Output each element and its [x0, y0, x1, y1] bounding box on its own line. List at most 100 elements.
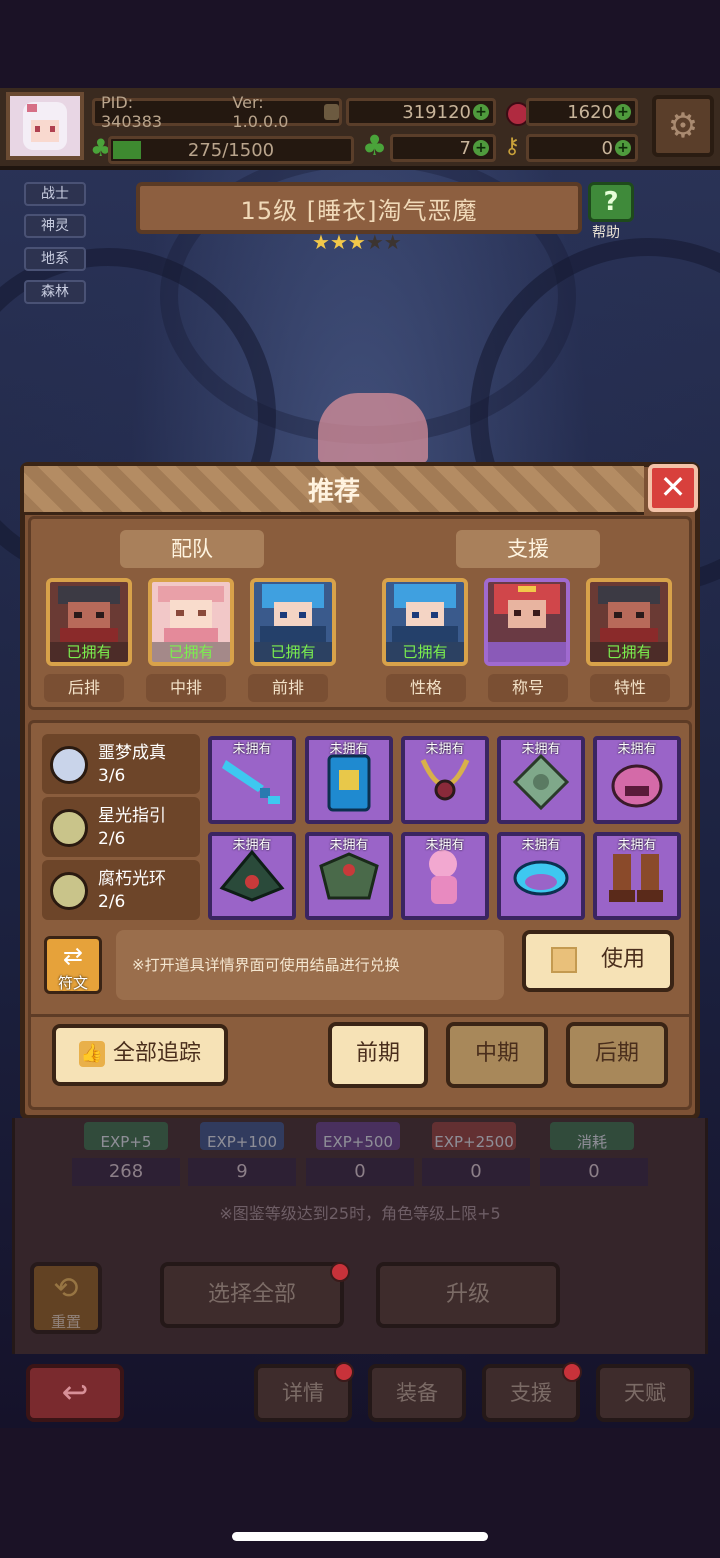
tab-details-label: 详情 [282, 1381, 324, 1405]
set-emblem-icon [50, 872, 88, 910]
clover-counter: 7 + [390, 134, 496, 162]
notification-dot [334, 1362, 354, 1382]
copy-icon[interactable] [324, 104, 339, 120]
character-title-banner: 15级 [睡衣]淘气恶魔 [136, 182, 582, 234]
exp-count: 0 [306, 1158, 414, 1186]
not-owned-label: 未拥有 [521, 838, 561, 853]
set-row[interactable]: 腐朽光环 2/6 [42, 860, 200, 920]
add-key-icon[interactable]: + [615, 140, 631, 156]
set-emblem-icon [50, 746, 88, 784]
clover-value: 7 [459, 137, 471, 159]
item-armor[interactable]: 未拥有 [305, 832, 393, 920]
tab-talent[interactable]: 天赋 [596, 1364, 694, 1422]
player-avatar[interactable] [6, 92, 84, 160]
star-filled-icon: ★ [312, 230, 330, 254]
item-card[interactable]: 未拥有 [305, 736, 393, 824]
tab-equipment[interactable]: 装备 [368, 1364, 466, 1422]
reset-button[interactable]: ⟲ 重置 [30, 1262, 102, 1334]
exp-bar: 275/1500 [108, 136, 354, 164]
set-name: 腐朽光环 [98, 869, 166, 889]
team-character-front[interactable]: 已拥有 [250, 578, 336, 666]
not-owned-label: 未拥有 [232, 742, 272, 757]
exp-potion-medium[interactable]: EXP+100 [200, 1122, 284, 1151]
item-boots[interactable]: 未拥有 [593, 832, 681, 920]
key-icon: ⚷ [504, 134, 521, 159]
exp-count: 9 [188, 1158, 296, 1186]
item-necklace[interactable]: 未拥有 [401, 736, 489, 824]
clover-icon: ♣ [362, 129, 388, 162]
consume-chip[interactable]: 消耗 [550, 1122, 634, 1151]
key-counter: 0 + [526, 134, 638, 162]
rune-button[interactable]: ⇄ 符文 [44, 936, 102, 994]
phase-early-button[interactable]: 前期 [328, 1022, 428, 1088]
use-label: 使用 [600, 947, 645, 972]
avatar-portrait-icon [23, 102, 67, 150]
upgrade-button[interactable]: 升级 [376, 1262, 560, 1328]
rune-label: 符文 [57, 974, 88, 992]
support-character-personality[interactable]: 已拥有 [382, 578, 468, 666]
title-slot-status [488, 642, 566, 662]
hint-text: ※打开道具详情界面可使用结晶进行兑换 [116, 930, 504, 1000]
not-owned-label: 未拥有 [617, 838, 657, 853]
star-rating: ★★★★★ [312, 232, 402, 253]
settings-gear-icon[interactable]: ⚙ [652, 95, 714, 157]
set-name: 噩梦成真 [98, 743, 166, 763]
not-owned-label: 未拥有 [425, 838, 465, 853]
exp-count: 0 [540, 1158, 648, 1186]
version-text: Ver: 1.0.0.0 [232, 93, 289, 131]
item-crown[interactable]: 未拥有 [208, 832, 296, 920]
key-value: 0 [601, 137, 613, 159]
select-all-button[interactable]: 选择全部 [160, 1262, 344, 1328]
item-relic[interactable]: 未拥有 [497, 736, 585, 824]
add-gold-icon[interactable]: + [473, 104, 489, 120]
help-button[interactable]: ? [588, 182, 634, 222]
support-character-trait[interactable]: 已拥有 [586, 578, 672, 666]
level-cap-note: ※图鉴等级达到25时，角色等级上限+5 [219, 1204, 501, 1223]
add-gem-icon[interactable]: + [615, 104, 631, 120]
use-button[interactable]: 使用 [522, 930, 674, 992]
phase-mid-button[interactable]: 中期 [446, 1022, 548, 1088]
tag-element: 地系 [24, 247, 86, 271]
pid-version-bar: PID: 340383 Ver: 1.0.0.0 [92, 93, 342, 131]
owned-label: 已拥有 [386, 642, 464, 662]
select-all-label: 选择全部 [207, 1282, 296, 1307]
close-button[interactable]: ✕ [648, 464, 698, 512]
witch-portrait-icon [598, 586, 660, 642]
notification-dot [330, 1262, 350, 1282]
gold-counter: 319120 + [346, 98, 496, 126]
team-character-back[interactable]: 已拥有 [46, 578, 132, 666]
support-header: 支援 [456, 530, 600, 568]
track-all-label: 全部追踪 [112, 1041, 201, 1066]
exp-potion-small[interactable]: EXP+5 [84, 1122, 168, 1151]
phase-late-button[interactable]: 后期 [566, 1022, 668, 1088]
star-filled-icon: ★ [329, 230, 348, 254]
add-clover-icon[interactable]: + [473, 140, 489, 156]
set-row[interactable]: 星光指引 2/6 [42, 797, 200, 857]
team-character-middle[interactable]: 已拥有 [148, 578, 234, 666]
not-owned-label: 未拥有 [617, 742, 657, 757]
upgrade-panel [12, 1118, 708, 1354]
exp-value: 275/1500 [187, 139, 275, 161]
item-mask[interactable]: 未拥有 [593, 736, 681, 824]
exp-potion-huge[interactable]: EXP+2500 [432, 1122, 516, 1151]
item-sword[interactable]: 未拥有 [208, 736, 296, 824]
star-empty-icon: ★ [365, 230, 384, 254]
not-owned-label: 未拥有 [329, 838, 369, 853]
slot-label-back: 后排 [44, 674, 124, 702]
set-emblem-icon [50, 809, 88, 847]
witch-portrait-icon [58, 586, 120, 642]
item-ring[interactable]: 未拥有 [497, 832, 585, 920]
set-row[interactable]: 噩梦成真 3/6 [42, 734, 200, 794]
exp-potion-large[interactable]: EXP+500 [316, 1122, 400, 1151]
not-owned-label: 未拥有 [329, 742, 369, 757]
support-character-title[interactable] [484, 578, 570, 666]
use-checkbox-icon[interactable] [550, 947, 577, 973]
tag-class: 战士 [24, 182, 86, 206]
item-doll[interactable]: 未拥有 [401, 832, 489, 920]
track-all-button[interactable]: 👍 全部追踪 [52, 1024, 228, 1086]
reset-label: 重置 [50, 1313, 81, 1331]
back-arrow-icon[interactable]: ↩ [26, 1364, 124, 1422]
exp-count: 0 [422, 1158, 530, 1186]
set-count: 2/6 [98, 892, 126, 912]
home-indicator[interactable] [232, 1532, 488, 1541]
